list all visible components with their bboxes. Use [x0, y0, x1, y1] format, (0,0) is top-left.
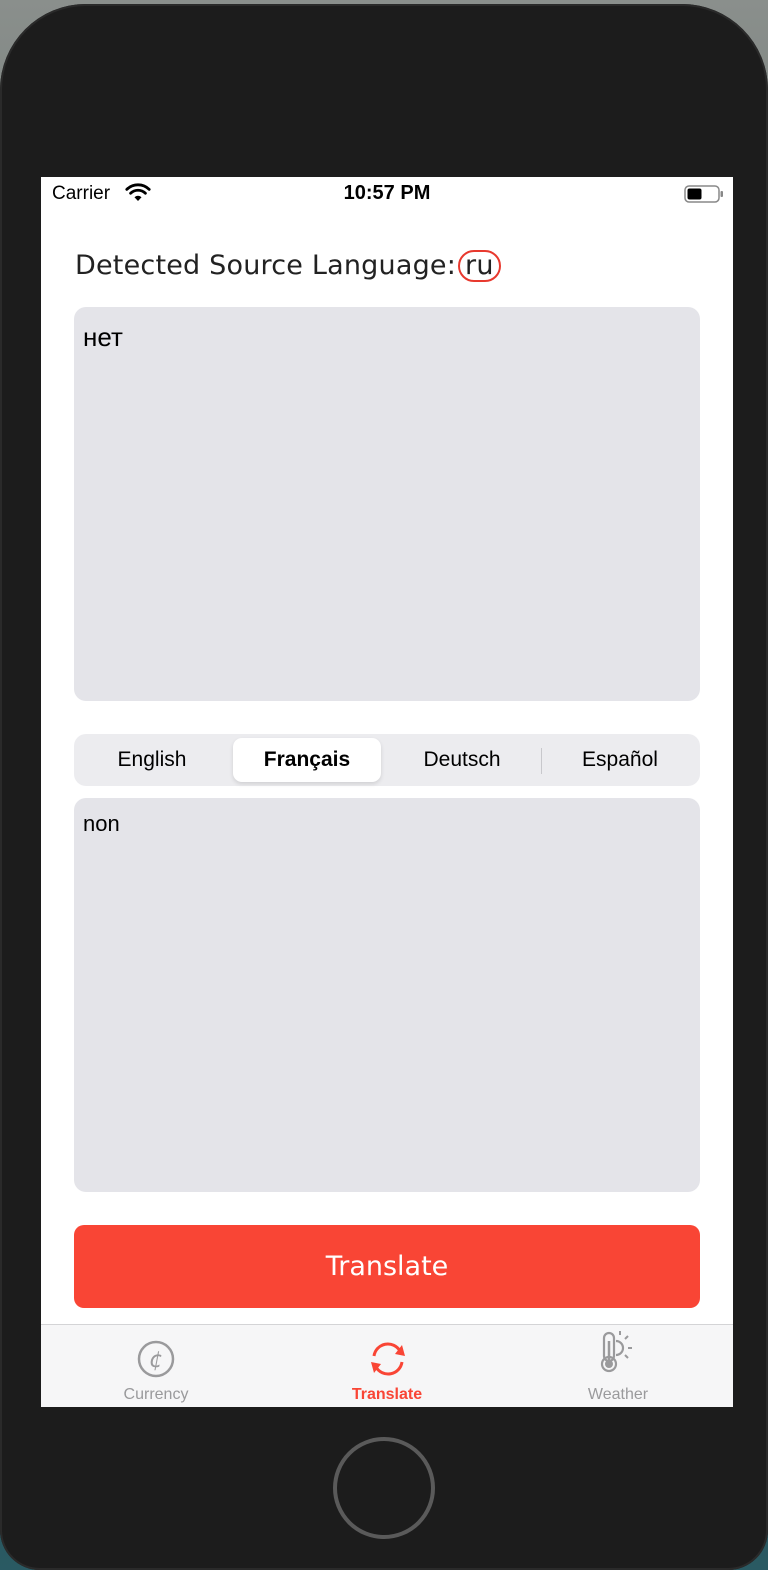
- status-bar: Carrier 10:57 PM: [41, 177, 733, 211]
- currency-icon: ¢: [137, 1340, 175, 1378]
- phone-frame: Carrier 10:57 PM Detected Source Languag…: [0, 4, 768, 1570]
- source-text: нет: [83, 322, 123, 352]
- tab-weather[interactable]: Weather: [538, 1325, 698, 1407]
- weather-icon: [600, 1331, 632, 1373]
- tab-weather-label: Weather: [587, 1386, 649, 1403]
- translate-button[interactable]: Translate: [74, 1225, 700, 1308]
- home-button[interactable]: [333, 1437, 435, 1539]
- detected-language-label: Detected Source Language:: [75, 250, 457, 281]
- language-segmented-control: English Français Deutsch Español: [74, 734, 700, 786]
- tab-currency[interactable]: ¢ Currency: [76, 1325, 236, 1407]
- translate-icon: [371, 1342, 405, 1376]
- detected-language-code: ru: [458, 250, 501, 282]
- segment-espanol[interactable]: Español: [546, 738, 694, 782]
- app-screen: Carrier 10:57 PM Detected Source Languag…: [41, 177, 733, 1407]
- translated-text-area[interactable]: non: [74, 798, 700, 1192]
- tab-bar: ¢ Currency Translate Weather: [41, 1324, 733, 1407]
- segment-english[interactable]: English: [78, 738, 226, 782]
- tab-translate-label: Translate: [351, 1386, 423, 1403]
- segment-divider: [541, 748, 542, 774]
- status-time: 10:57 PM: [343, 182, 431, 204]
- segment-deutsch[interactable]: Deutsch: [388, 738, 536, 782]
- tab-currency-label: Currency: [123, 1386, 189, 1403]
- tab-translate[interactable]: Translate: [307, 1325, 467, 1407]
- battery-icon: [684, 185, 723, 203]
- source-text-input[interactable]: нет: [74, 307, 700, 701]
- translated-text: non: [83, 811, 120, 836]
- detected-language-row: Detected Source Language: ru: [75, 250, 501, 282]
- segment-francais[interactable]: Français: [233, 738, 381, 782]
- svg-text:¢: ¢: [149, 1348, 163, 1373]
